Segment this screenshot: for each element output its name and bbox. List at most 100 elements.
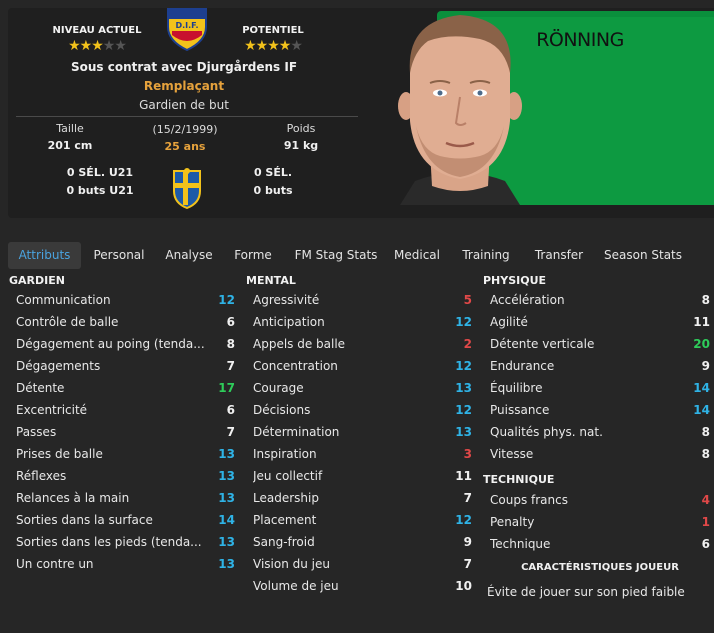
attribute-row[interactable]: Penalty 1 (490, 511, 710, 533)
attribute-name: Inspiration (253, 447, 317, 461)
attribute-row[interactable]: Appels de balle 2 (253, 333, 472, 355)
attribute-row[interactable]: Agressivité 5 (253, 289, 472, 311)
attribute-row[interactable]: Endurance 9 (490, 355, 710, 377)
attribute-name: Anticipation (253, 315, 325, 329)
attribute-name: Passes (16, 425, 57, 439)
attribute-value: 13 (218, 557, 235, 571)
attribute-row[interactable]: Technique 6 (490, 533, 710, 555)
player-trait: Évite de jouer sur son pied faible (487, 585, 685, 599)
attribute-name: Technique (490, 537, 551, 551)
attribute-row[interactable]: Vision du jeu 7 (253, 553, 472, 575)
section-title-mental: MENTAL (246, 274, 296, 287)
potential-stars: ★★★★★ (218, 39, 328, 53)
attribute-value: 10 (455, 579, 472, 593)
attribute-row[interactable]: Sang-froid 9 (253, 531, 472, 553)
club-logo[interactable]: D.I.F. (164, 7, 210, 52)
attribute-row[interactable]: Sorties dans la surface 14 (16, 509, 235, 531)
tab-personal[interactable]: Personal (86, 242, 152, 269)
tab-forme[interactable]: Forme (226, 242, 280, 269)
tab-training[interactable]: Training (454, 242, 518, 269)
tab-attributs[interactable]: Attributs (8, 242, 81, 269)
attribute-row[interactable]: Contrôle de balle 6 (16, 311, 235, 333)
attribute-value: 7 (226, 359, 235, 373)
tab-transfer[interactable]: Transfer (526, 242, 592, 269)
attribute-row[interactable]: Courage 13 (253, 377, 472, 399)
attribute-row[interactable]: Excentricité 6 (16, 399, 235, 421)
attribute-row[interactable]: Volume de jeu 10 (253, 575, 472, 597)
star-icon: ★ (68, 38, 81, 54)
attribute-value: 14 (218, 513, 235, 527)
tab-analyse[interactable]: Analyse (158, 242, 220, 269)
attribute-value: 12 (218, 293, 235, 307)
attribute-value: 8 (701, 293, 710, 307)
attribute-row[interactable]: Décisions 12 (253, 399, 472, 421)
attribute-value: 7 (463, 557, 472, 571)
date-of-birth: (15/2/1999) (152, 123, 218, 136)
attribute-row[interactable]: Vitesse 8 (490, 443, 710, 465)
attribute-row[interactable]: Détente verticale 20 (490, 333, 710, 355)
national-team-badge[interactable] (172, 167, 202, 210)
attribute-name: Jeu collectif (253, 469, 323, 483)
attribute-row[interactable]: Leadership 7 (253, 487, 472, 509)
attribute-row[interactable]: Accélération 8 (490, 289, 710, 311)
section-title-gardien: GARDIEN (9, 274, 65, 287)
attribute-row[interactable]: Détente 17 (16, 377, 235, 399)
attribute-name: Agressivité (253, 293, 320, 307)
contract-text: Sous contrat avec Djurgårdens IF (70, 60, 298, 74)
attribute-name: Détermination (253, 425, 340, 439)
attribute-row[interactable]: Réflexes 13 (16, 465, 235, 487)
attribute-row[interactable]: Jeu collectif 11 (253, 465, 472, 487)
attribute-row[interactable]: Équilibre 14 (490, 377, 710, 399)
attribute-row[interactable]: Relances à la main 13 (16, 487, 235, 509)
attribute-value: 13 (218, 535, 235, 549)
player-photo[interactable] (380, 11, 540, 205)
attribute-value: 6 (226, 403, 235, 417)
current-level-stars: ★★★★★ (42, 39, 152, 53)
attribute-row[interactable]: Concentration 12 (253, 355, 472, 377)
attribute-value: 13 (455, 381, 472, 395)
attribute-row[interactable]: Détermination 13 (253, 421, 472, 443)
attribute-name: Appels de balle (253, 337, 346, 351)
attribute-name: Dégagement au poing (tenda... (16, 337, 205, 351)
attribute-row[interactable]: Agilité 11 (490, 311, 710, 333)
current-level-label: NIVEAU ACTUEL (52, 25, 142, 36)
attribute-value: 3 (463, 447, 472, 461)
club-logo-text: D.I.F. (175, 21, 198, 30)
attribute-name: Courage (253, 381, 304, 395)
attribute-row[interactable]: Puissance 14 (490, 399, 710, 421)
attribute-name: Sorties dans les pieds (tenda... (16, 535, 202, 549)
attribute-row[interactable]: Passes 7 (16, 421, 235, 443)
attribute-row[interactable]: Dégagement au poing (tenda... 8 (16, 333, 235, 355)
attribute-value: 7 (226, 425, 235, 439)
senior-caps: 0 SÉL. (253, 166, 293, 179)
attribute-name: Accélération (490, 293, 565, 307)
attribute-row[interactable]: Placement 12 (253, 509, 472, 531)
attribute-row[interactable]: Un contre un 13 (16, 553, 235, 575)
attribute-name: Endurance (490, 359, 555, 373)
tab-fm-stag-stats[interactable]: FM Stag Stats (288, 242, 384, 269)
attribute-name: Sorties dans la surface (16, 513, 153, 527)
attribute-row[interactable]: Sorties dans les pieds (tenda... 13 (16, 531, 235, 553)
height-label: Taille (56, 122, 84, 135)
potential-label: POTENTIEL (242, 25, 304, 36)
attribute-name: Équilibre (490, 381, 543, 395)
attribute-name: Prises de balle (16, 447, 103, 461)
tab-season-stats[interactable]: Season Stats (600, 242, 686, 269)
attribute-value: 13 (218, 447, 235, 461)
tab-bar: Attributs Personal Analyse Forme FM Stag… (8, 242, 714, 269)
attribute-name: Volume de jeu (253, 579, 339, 593)
attribute-row[interactable]: Anticipation 12 (253, 311, 472, 333)
attribute-name: Excentricité (16, 403, 88, 417)
attribute-value: 8 (701, 425, 710, 439)
attribute-row[interactable]: Coups francs 4 (490, 489, 710, 511)
tab-medical[interactable]: Medical (388, 242, 446, 269)
attribute-value: 13 (218, 491, 235, 505)
attribute-row[interactable]: Dégagements 7 (16, 355, 235, 377)
attribute-row[interactable]: Communication 12 (16, 289, 235, 311)
attribute-row[interactable]: Prises de balle 13 (16, 443, 235, 465)
attribute-row[interactable]: Inspiration 3 (253, 443, 472, 465)
attribute-name: Placement (253, 513, 317, 527)
attribute-name: Vision du jeu (253, 557, 330, 571)
attribute-row[interactable]: Qualités phys. nat. 8 (490, 421, 710, 443)
attribute-name: Vitesse (490, 447, 534, 461)
